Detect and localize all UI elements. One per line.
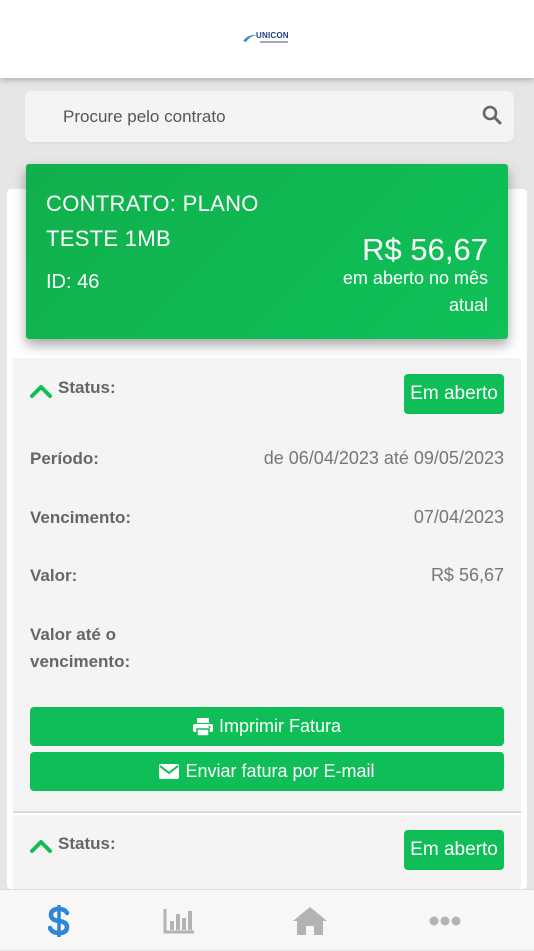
chevron-up-icon[interactable] [29,383,53,399]
status-badge: Em aberto [404,830,504,870]
print-invoice-label: Imprimir Fatura [218,716,341,736]
nav-more[interactable] [378,890,511,951]
dollar-icon [47,904,69,937]
status-badge: Em aberto [404,374,504,414]
logo-text: UNICON [256,31,289,40]
app-header: UNICON [0,0,534,78]
contract-search-input[interactable] [63,106,463,128]
contract-search-bar[interactable] [25,91,514,142]
contract-name: CONTRATO: PLANO TESTE 1MB [46,191,259,251]
print-invoice-button[interactable]: Imprimir Fatura [30,707,504,746]
home-icon [292,906,327,935]
bottom-navigation [0,889,534,950]
search-icon[interactable] [482,105,502,125]
chevron-up-icon[interactable] [29,838,53,854]
status-label: Status: [58,834,116,853]
email-invoice-button[interactable]: Enviar fatura por E-mail [30,752,504,791]
status-label: Status: [58,378,116,397]
logo-underline [260,41,288,43]
bar-chart-icon [163,908,194,933]
nav-home[interactable] [243,890,376,951]
contract-id: ID: 46 [46,271,100,293]
envelope-icon [159,764,180,779]
value-label: Valor: [30,566,78,585]
contract-card[interactable]: CONTRATO: PLANO TESTE 1MB ID: 46 R$ 56,6… [26,164,508,339]
value-until-due-label: Valor até o vencimento: [30,625,131,671]
printer-icon [192,717,213,736]
contract-open-amount: R$ 56,67 [362,232,488,267]
due-date-value: 07/04/2023 [413,507,504,527]
period-label: Período: [30,449,99,468]
value-value: R$ 56,67 [430,565,504,585]
invoice-card: Status: Em aberto [13,815,521,890]
more-icon [429,916,460,925]
nav-invoices[interactable] [0,890,125,951]
period-value: de 06/04/2023 até 09/05/2023 [263,448,504,468]
invoice-card: Status: Em aberto Período: de 06/04/2023… [13,358,521,813]
company-logo: UNICON [242,31,292,47]
email-invoice-label: Enviar fatura por E-mail [185,761,375,781]
contract-amount-caption: em aberto no mês atual [342,268,488,315]
nav-usage[interactable] [112,890,245,951]
due-date-label: Vencimento: [30,508,132,527]
